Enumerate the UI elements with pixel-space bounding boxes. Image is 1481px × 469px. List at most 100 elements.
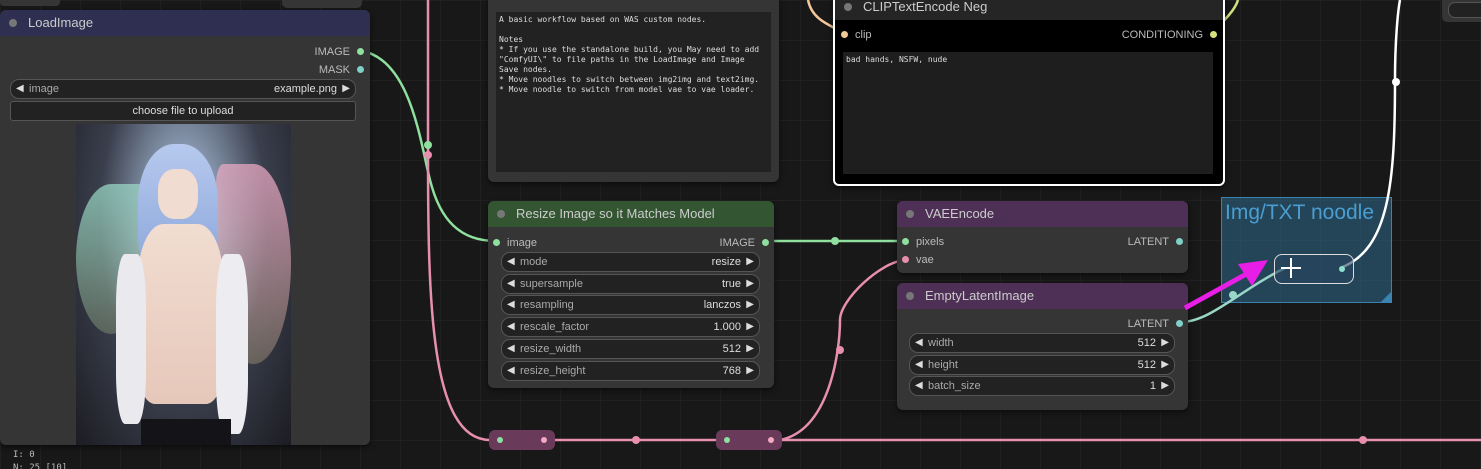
node-title: VAEEncode <box>925 206 995 221</box>
widget-value: 512 <box>1137 359 1156 371</box>
output-latent[interactable]: LATENT <box>1128 235 1183 249</box>
arrow-left-icon[interactable]: ◀ <box>507 340 515 358</box>
arrow-right-icon[interactable]: ▶ <box>1161 356 1169 374</box>
reroute-out-pin[interactable] <box>768 437 774 443</box>
image-combo[interactable]: ◀ image example.png ▶ <box>10 79 356 99</box>
partial-node-top-mid[interactable] <box>282 0 362 8</box>
widget-mode[interactable]: ◀ mode resize ▶ <box>501 252 760 272</box>
wire-dot <box>1359 436 1367 444</box>
widget-width[interactable]: ◀ width 512 ▶ <box>909 333 1175 353</box>
upload-button[interactable]: choose file to upload <box>10 101 356 121</box>
arrow-left-icon[interactable]: ◀ <box>507 362 515 380</box>
arrow-right-icon[interactable]: ▶ <box>746 275 754 293</box>
input-pin[interactable] <box>902 256 909 263</box>
arrow-right-icon[interactable]: ▶ <box>746 362 754 380</box>
reroute-out-pin[interactable] <box>1339 266 1345 272</box>
widget-value: 512 <box>1137 337 1156 349</box>
resize-image-node[interactable]: Resize Image so it Matches Model image I… <box>488 201 774 388</box>
output-mask[interactable]: MASK <box>319 63 364 77</box>
arrow-right-icon[interactable]: ▶ <box>746 340 754 358</box>
widget-resampling[interactable]: ◀ resampling lanczos ▶ <box>501 295 760 315</box>
output-latent[interactable]: LATENT <box>1128 317 1183 331</box>
input-pin[interactable] <box>493 239 500 246</box>
slot-label: CONDITIONING <box>1121 29 1203 41</box>
node-title-bar[interactable]: EmptyLatentImage <box>897 283 1188 309</box>
notes-node[interactable]: A basic workflow based on WAS custom nod… <box>488 0 779 182</box>
input-pin[interactable] <box>902 238 909 245</box>
widget-label: height <box>928 359 958 371</box>
widget-resize-width[interactable]: ◀ resize_width 512 ▶ <box>501 339 760 359</box>
widget-batch-size[interactable]: ◀ batch_size 1 ▶ <box>909 376 1175 396</box>
reroute-in-pin[interactable] <box>724 437 730 443</box>
widget-label: width <box>928 337 954 349</box>
widget-value: 1.000 <box>713 321 741 333</box>
input-pin[interactable] <box>841 31 848 38</box>
arrow-right-icon[interactable]: ▶ <box>746 318 754 336</box>
arrow-right-icon[interactable]: ▶ <box>1161 334 1169 352</box>
arrow-right-icon[interactable]: ▶ <box>746 296 754 314</box>
node-title-bar[interactable]: LoadImage <box>0 10 370 36</box>
load-image-node[interactable]: LoadImage IMAGE MASK ◀ image example.png… <box>0 10 370 445</box>
clip-neg-textarea[interactable]: bad hands, NSFW, nude <box>843 52 1213 174</box>
widget-rescale-factor[interactable]: ◀ rescale_factor 1.000 ▶ <box>501 317 760 337</box>
arrow-right-icon[interactable]: ▶ <box>342 80 350 98</box>
slot-label: clip <box>855 29 872 41</box>
widget-value: example.png <box>274 83 337 95</box>
widget-resize-height[interactable]: ◀ resize_height 768 ▶ <box>501 361 760 381</box>
output-pin[interactable] <box>1176 320 1183 327</box>
widget-height[interactable]: ◀ height 512 ▶ <box>909 355 1175 375</box>
collapse-dot[interactable] <box>497 210 505 218</box>
wire-dot <box>1392 78 1400 86</box>
collapse-dot[interactable] <box>906 292 914 300</box>
empty-latent-image-node[interactable]: EmptyLatentImage LATENT ◀ width 512 ▶ ◀ … <box>897 283 1188 410</box>
arrow-right-icon[interactable]: ▶ <box>746 253 754 271</box>
node-title-bar[interactable]: Resize Image so it Matches Model <box>488 201 774 227</box>
arrow-left-icon[interactable]: ◀ <box>507 275 515 293</box>
output-image[interactable]: IMAGE <box>315 45 364 59</box>
arrow-right-icon[interactable]: ▶ <box>1161 377 1169 395</box>
notes-textarea[interactable]: A basic workflow based on WAS custom nod… <box>496 12 771 172</box>
input-vae[interactable]: vae <box>902 253 934 267</box>
widget-supersample[interactable]: ◀ supersample true ▶ <box>501 274 760 294</box>
arrow-left-icon[interactable]: ◀ <box>915 334 923 352</box>
output-image[interactable]: IMAGE <box>720 236 769 250</box>
collapse-dot[interactable] <box>906 210 914 218</box>
input-image[interactable]: image <box>493 236 537 250</box>
reroute-in-pin[interactable] <box>497 437 503 443</box>
reroute-node-1[interactable] <box>489 430 555 450</box>
output-pin[interactable] <box>357 66 364 73</box>
output-pin[interactable] <box>1210 31 1217 38</box>
reroute-out-pin[interactable] <box>541 437 547 443</box>
arrow-left-icon[interactable]: ◀ <box>915 356 923 374</box>
arrow-left-icon[interactable]: ◀ <box>16 80 24 98</box>
partial-node-top-left[interactable] <box>0 0 60 6</box>
reroute-node-2[interactable] <box>716 430 782 450</box>
wire-dot <box>632 436 640 444</box>
widget-label: batch_size <box>928 380 981 392</box>
node-title-bar[interactable]: CLIPTextEncode Neg <box>835 0 1223 20</box>
output-conditioning[interactable]: CONDITIONING <box>1122 28 1217 42</box>
collapse-dot[interactable] <box>844 3 852 11</box>
arrow-left-icon[interactable]: ◀ <box>507 318 515 336</box>
slot-label: LATENT <box>1127 318 1169 330</box>
input-clip[interactable]: clip <box>841 28 872 42</box>
widget-label: rescale_factor <box>520 321 590 333</box>
crosshair-cursor-icon <box>1281 258 1301 278</box>
arrow-left-icon[interactable]: ◀ <box>507 253 515 271</box>
node-title-bar[interactable]: VAEEncode <box>897 201 1188 227</box>
arrow-left-icon[interactable]: ◀ <box>507 296 515 314</box>
output-pin[interactable] <box>357 48 364 55</box>
input-pixels[interactable]: pixels <box>902 235 944 249</box>
output-pin[interactable] <box>762 239 769 246</box>
output-pin[interactable] <box>1176 238 1183 245</box>
vae-encode-node[interactable]: VAEEncode pixels vae LATENT <box>897 201 1188 273</box>
arrow-left-icon[interactable]: ◀ <box>915 377 923 395</box>
collapse-dot[interactable] <box>9 19 17 27</box>
stat-line-2: N: 25 [10] <box>13 463 68 469</box>
figure-stockings <box>141 419 231 445</box>
widget-value: true <box>722 278 741 290</box>
partial-node-top-right[interactable] <box>1442 0 1481 22</box>
clip-text-encode-neg-node[interactable]: CLIPTextEncode Neg clip CONDITIONING bad… <box>833 0 1225 186</box>
partial-widget[interactable] <box>1448 2 1481 18</box>
slot-label: IMAGE <box>719 237 755 249</box>
